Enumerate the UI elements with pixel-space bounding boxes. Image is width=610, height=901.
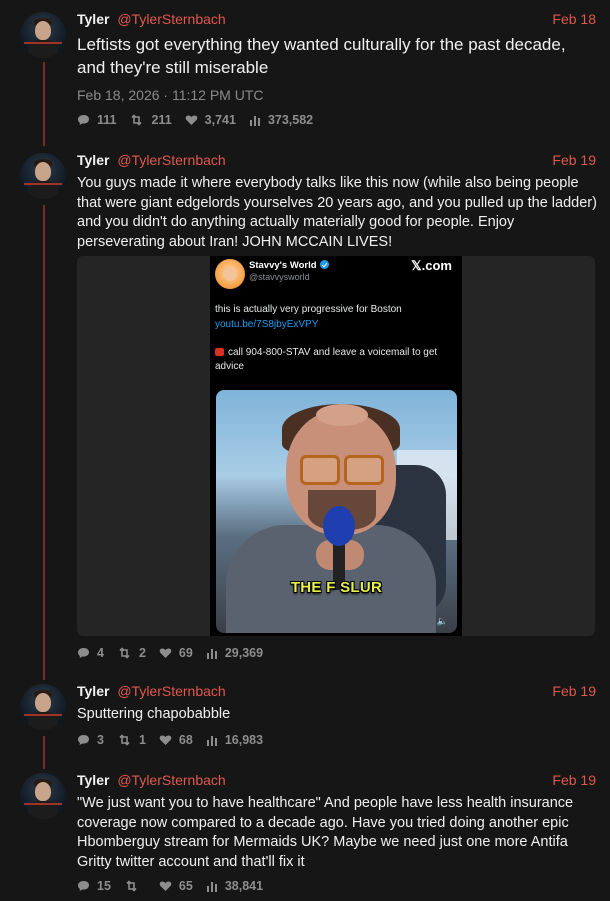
view-count[interactable]: 373,582 bbox=[249, 113, 313, 127]
avatar[interactable] bbox=[20, 153, 66, 199]
embed-avatar bbox=[215, 259, 245, 289]
retweet-icon bbox=[119, 647, 130, 659]
view-count[interactable]: 16,983 bbox=[206, 733, 263, 747]
tweet[interactable]: Tyler @TylerSternbach Feb 18 Leftists go… bbox=[0, 11, 610, 141]
avatar[interactable] bbox=[20, 12, 66, 58]
retweet-icon bbox=[126, 880, 137, 892]
views-icon bbox=[249, 115, 260, 126]
embed-link[interactable]: youtu.be/7S8jbyExVPY bbox=[215, 318, 455, 332]
tweet-date[interactable]: Feb 18 bbox=[552, 11, 596, 27]
author-handle[interactable]: @TylerSternbach bbox=[117, 152, 225, 168]
embed-text-2: call 904-800-STAV and leave a voicemail … bbox=[215, 347, 438, 372]
reply-icon bbox=[78, 115, 89, 125]
tweet[interactable]: Tyler @TylerSternbach Feb 19 "We just wa… bbox=[0, 772, 610, 897]
video-caption: THE F SLUR bbox=[290, 579, 383, 596]
embed-author-name: Stavvy's World bbox=[249, 260, 329, 271]
author-handle[interactable]: @TylerSternbach bbox=[117, 11, 225, 27]
tweet-date[interactable]: Feb 19 bbox=[552, 152, 596, 168]
views-icon bbox=[206, 735, 217, 746]
tweet-date[interactable]: Feb 19 bbox=[552, 772, 596, 788]
heart-icon bbox=[159, 648, 172, 658]
retweet-icon bbox=[119, 734, 130, 746]
heart-icon bbox=[159, 881, 172, 891]
retweet-count[interactable]: 211 bbox=[129, 113, 172, 127]
embedded-screenshot[interactable]: Stavvy's World @stavvysworld 𝕏.com this … bbox=[210, 256, 462, 636]
views-icon bbox=[206, 648, 217, 659]
like-count[interactable]: 65 bbox=[159, 879, 193, 893]
heart-icon bbox=[159, 735, 172, 745]
tweet-text: Sputtering chapobabble bbox=[77, 706, 231, 722]
reply-icon bbox=[78, 881, 89, 891]
tweet-stats: 111 211 3,741 373,582 bbox=[77, 111, 326, 129]
retweet-count[interactable]: 1 bbox=[117, 733, 146, 747]
retweet-count[interactable] bbox=[124, 880, 146, 892]
phone-icon bbox=[215, 348, 224, 356]
tweet-stats: 15 65 38,841 bbox=[77, 877, 276, 895]
avatar[interactable] bbox=[20, 684, 66, 730]
tweet[interactable]: Tyler @TylerSternbach Feb 19 Sputtering … bbox=[0, 683, 610, 753]
author-name[interactable]: Tyler bbox=[77, 11, 109, 27]
like-count[interactable]: 3,741 bbox=[185, 113, 236, 127]
author-handle[interactable]: @TylerSternbach bbox=[117, 683, 225, 699]
reply-icon bbox=[78, 648, 89, 658]
heart-icon bbox=[185, 115, 197, 125]
author-name[interactable]: Tyler bbox=[77, 152, 109, 168]
embed-text-1: this is actually very progressive for Bo… bbox=[215, 304, 402, 315]
tweet-header: Tyler @TylerSternbach Feb 19 bbox=[77, 152, 596, 172]
tweet-header: Tyler @TylerSternbach Feb 19 bbox=[77, 683, 596, 703]
author-name[interactable]: Tyler bbox=[77, 683, 109, 699]
views-icon bbox=[206, 881, 217, 892]
tweet-stats: 4 2 69 29,369 bbox=[77, 644, 276, 662]
tweet-stats: 3 1 68 16,983 bbox=[77, 731, 276, 749]
retweet-count[interactable]: 2 bbox=[117, 646, 146, 660]
embed-author-handle: @stavvysworld bbox=[249, 272, 310, 282]
tweet-date[interactable]: Feb 19 bbox=[552, 683, 596, 699]
reply-count[interactable]: 3 bbox=[77, 733, 104, 747]
tweet-header: Tyler @TylerSternbach Feb 19 bbox=[77, 772, 596, 792]
tweet-text: Leftists got everything they wanted cult… bbox=[77, 35, 566, 77]
tweet-text: "We just want you to have healthcare" An… bbox=[77, 795, 574, 870]
tweet-text: You guys made it where everybody talks l… bbox=[77, 175, 597, 250]
like-count[interactable]: 69 bbox=[159, 646, 193, 660]
tweet-header: Tyler @TylerSternbach Feb 18 bbox=[77, 11, 596, 31]
author-name[interactable]: Tyler bbox=[77, 772, 109, 788]
video-thumbnail[interactable]: THE F SLUR 🔈 bbox=[216, 390, 457, 633]
author-handle[interactable]: @TylerSternbach bbox=[117, 772, 225, 788]
reply-count[interactable]: 4 bbox=[77, 646, 104, 660]
view-count[interactable]: 29,369 bbox=[206, 646, 263, 660]
retweet-icon bbox=[131, 114, 143, 126]
verified-badge-icon bbox=[319, 260, 329, 269]
tweet-timestamp: Feb 18, 2026 · 11:12 PM UTC bbox=[77, 87, 264, 103]
x-logo-icon: 𝕏.com bbox=[411, 258, 452, 273]
reply-count[interactable]: 15 bbox=[77, 879, 111, 893]
like-count[interactable]: 68 bbox=[159, 733, 193, 747]
view-count[interactable]: 38,841 bbox=[206, 879, 263, 893]
reply-icon bbox=[78, 735, 89, 745]
reply-count[interactable]: 111 bbox=[77, 113, 116, 127]
avatar[interactable] bbox=[20, 773, 66, 819]
sound-icon[interactable]: 🔈 bbox=[437, 616, 448, 627]
